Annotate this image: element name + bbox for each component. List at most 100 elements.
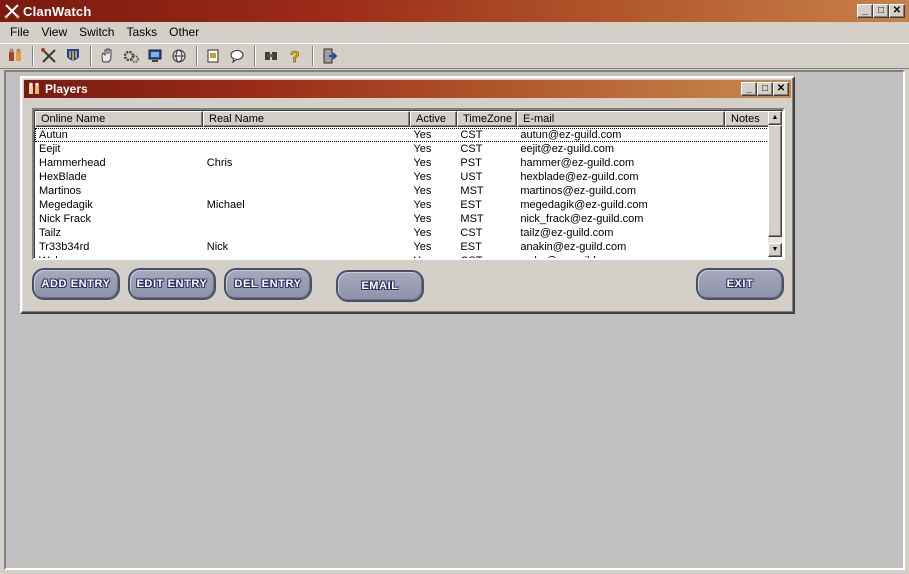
hand-icon[interactable] xyxy=(96,45,118,67)
cell-active: Yes xyxy=(413,199,432,211)
cell-online-name: Megedagik xyxy=(39,199,93,211)
cell-online-name: Eejit xyxy=(39,143,61,155)
cell-timezone: EST xyxy=(460,199,482,211)
column-real-name[interactable]: Real Name xyxy=(203,111,410,127)
toolbar: ? xyxy=(0,43,909,69)
cell-email: megedagik@ez-guild.com xyxy=(520,199,648,211)
notes-icon[interactable] xyxy=(202,45,224,67)
menu-other[interactable]: Other xyxy=(163,25,205,39)
tools-icon[interactable] xyxy=(38,45,60,67)
cell-notes xyxy=(724,156,771,170)
menu-view[interactable]: View xyxy=(35,25,73,39)
cell-notes xyxy=(724,240,771,254)
server-icon[interactable] xyxy=(144,45,166,67)
cell-real-name xyxy=(203,226,410,240)
cell-real-name xyxy=(203,142,410,156)
cell-email: martinos@ez-guild.com xyxy=(520,185,637,197)
cell-notes xyxy=(724,198,771,212)
column-email[interactable]: E-mail xyxy=(517,111,725,127)
players-icon[interactable] xyxy=(4,45,26,67)
chat-icon[interactable] xyxy=(226,45,248,67)
cell-active: Yes xyxy=(413,171,432,183)
players-window-title: Players xyxy=(45,82,88,96)
app-titlebar[interactable]: ClanWatch _ □ ✕ xyxy=(0,0,909,22)
table-row[interactable]: Wobs YesCSTwobs@ez-guild.com xyxy=(35,254,771,258)
add-entry-button[interactable]: ADD ENTRY xyxy=(32,268,120,300)
cell-active: Yes xyxy=(413,227,432,239)
players-window-titlebar[interactable]: Players _ □ ✕ xyxy=(24,80,791,98)
column-active[interactable]: Active xyxy=(410,111,457,127)
minimize-button[interactable]: _ xyxy=(741,82,757,96)
cell-online-name: Tr33b34rd xyxy=(39,241,90,253)
cell-real-name: Michael xyxy=(206,199,245,211)
email-button[interactable]: EMAIL xyxy=(336,270,424,302)
table-row[interactable]: Eejit Yes CST eejit@ez-guild.com xyxy=(35,142,771,156)
cell-timezone: MST xyxy=(460,185,484,197)
binoculars-icon[interactable] xyxy=(260,45,282,67)
cell-real-name xyxy=(203,212,410,226)
scroll-thumb[interactable] xyxy=(768,125,782,237)
column-notes[interactable]: Notes xyxy=(725,111,772,127)
app-title: ClanWatch xyxy=(23,3,92,19)
toolbar-separator xyxy=(254,46,256,66)
cell-timezone: MST xyxy=(460,213,484,225)
cell-timezone: CST xyxy=(460,143,483,155)
help-icon[interactable]: ? xyxy=(284,45,306,67)
cell-email: anakin@ez-guild.com xyxy=(520,241,627,253)
players-list[interactable]: Online Name Real Name Active TimeZone E-… xyxy=(32,108,785,260)
table-row[interactable]: Hammerhead Chris Yes PST hammer@ez-guild.com xyxy=(35,156,771,170)
close-button[interactable]: ✕ xyxy=(773,82,789,96)
close-button[interactable]: ✕ xyxy=(889,4,905,18)
guild-icon[interactable] xyxy=(62,45,84,67)
edit-entry-button[interactable]: EDIT ENTRY xyxy=(128,268,216,300)
toolbar-separator xyxy=(312,46,314,66)
gears-icon[interactable] xyxy=(120,45,142,67)
maximize-button[interactable]: □ xyxy=(757,82,773,96)
cell-email: nick_frack@ez-guild.com xyxy=(520,213,644,225)
exit-button[interactable]: EXIT xyxy=(696,268,784,300)
cell-notes xyxy=(724,226,771,240)
table-row[interactable]: Megedagik Michael Yes EST megedagik@ez-guild… xyxy=(35,198,771,212)
table-row[interactable]: Nick Frack Yes MST nick_frack@ez-guild.com xyxy=(35,212,771,226)
cell-active: Yes xyxy=(413,213,432,225)
cell-timezone: PST xyxy=(460,157,482,169)
cell-email: wobs@ez-guild.com xyxy=(516,254,724,258)
cell-real-name xyxy=(203,254,410,258)
toolbar-separator xyxy=(90,46,92,66)
table-row[interactable]: Martinos Yes MST martinos@ez-guild.com xyxy=(35,184,771,198)
cell-active: Yes xyxy=(413,129,432,141)
scroll-up-icon[interactable]: ▲ xyxy=(768,111,782,125)
players-list-header: Online Name Real Name Active TimeZone E-… xyxy=(35,111,772,127)
cell-online-name: Autun xyxy=(39,129,68,141)
column-timezone[interactable]: TimeZone xyxy=(457,111,517,127)
cell-real-name xyxy=(203,128,410,142)
cell-email: eejit@ez-guild.com xyxy=(520,143,615,155)
menu-tasks[interactable]: Tasks xyxy=(120,25,163,39)
toolbar-separator xyxy=(32,46,34,66)
scroll-down-icon[interactable]: ▼ xyxy=(768,243,782,257)
cell-timezone: UST xyxy=(460,171,483,183)
menu-file[interactable]: File xyxy=(4,25,35,39)
cell-active: Yes xyxy=(413,185,432,197)
cell-online-name: Nick Frack xyxy=(39,213,91,225)
table-row[interactable]: Autun Yes CST autun@ez-guild.com xyxy=(35,128,771,142)
cell-notes xyxy=(724,142,771,156)
minimize-button[interactable]: _ xyxy=(857,4,873,18)
table-row[interactable]: Tr33b34rd Nick Yes EST anakin@ez-guild.com xyxy=(35,240,771,254)
maximize-button[interactable]: □ xyxy=(873,4,889,18)
cell-real-name xyxy=(203,184,410,198)
cell-online-name: Martinos xyxy=(39,185,82,197)
svg-text:?: ? xyxy=(290,49,300,65)
toolbar-separator xyxy=(196,46,198,66)
menu-switch[interactable]: Switch xyxy=(73,25,120,39)
table-row[interactable]: HexBlade Yes UST hexblade@ez-guild.com xyxy=(35,170,771,184)
exit-door-icon[interactable] xyxy=(318,45,340,67)
del-entry-button[interactable]: DEL ENTRY xyxy=(224,268,312,300)
cell-real-name: Chris xyxy=(206,157,233,169)
globe-icon[interactable] xyxy=(168,45,190,67)
cell-timezone: CST xyxy=(456,254,516,258)
cell-notes xyxy=(724,170,771,184)
vertical-scrollbar[interactable]: ▲ ▼ xyxy=(768,111,782,257)
column-online-name[interactable]: Online Name xyxy=(35,111,203,127)
table-row[interactable]: Tailz Yes CST tailz@ez-guild.com xyxy=(35,226,771,240)
